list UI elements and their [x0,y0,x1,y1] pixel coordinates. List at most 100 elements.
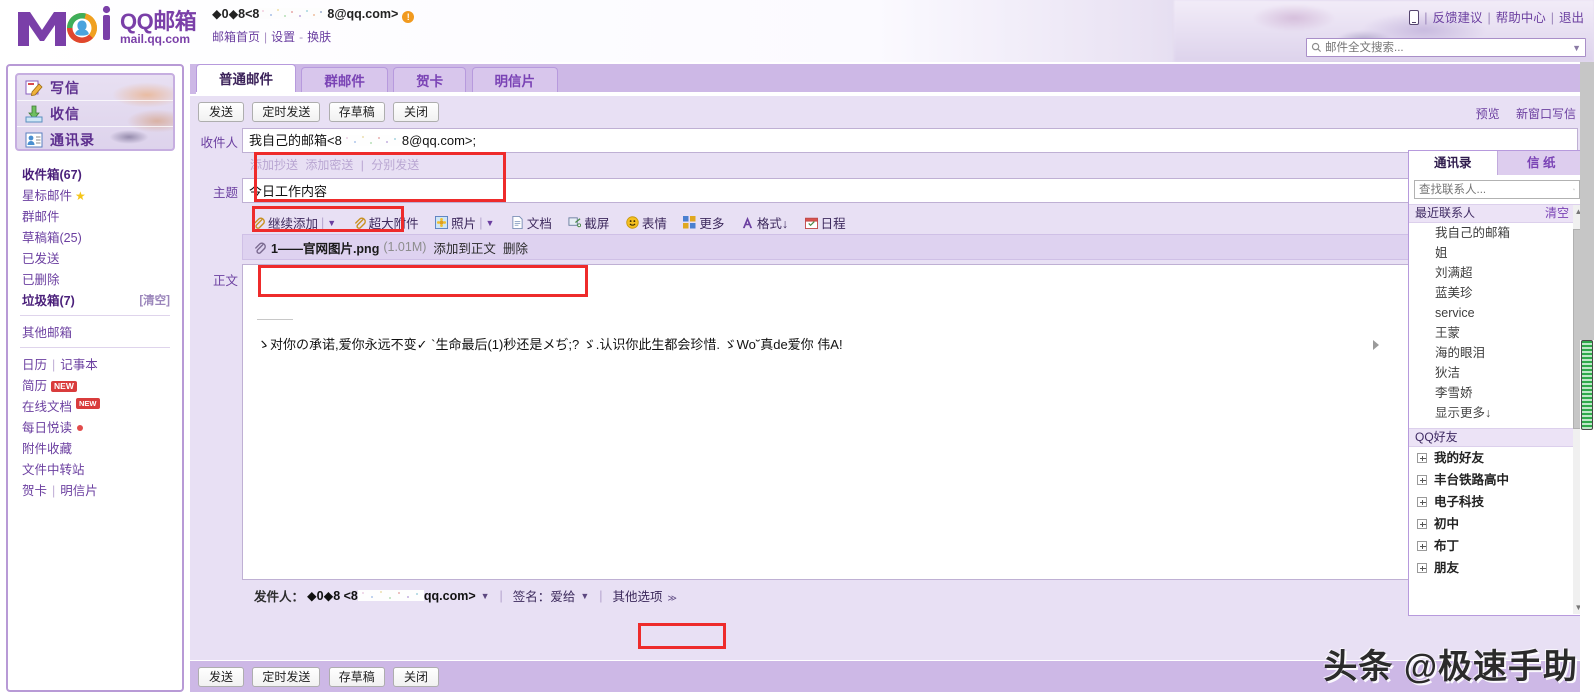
link-skin[interactable]: 换肤 [307,30,331,44]
attachment-item[interactable]: 1——官网图片.png (1.01M) 添加到正文 删除 [242,234,1578,260]
schedule-send-button-top[interactable]: 定时发送 [252,102,321,122]
toolbar-screenshot[interactable]: 截屏 [568,213,609,232]
expand-icon[interactable] [1417,519,1427,529]
toolbar-more[interactable]: 更多 [683,213,724,232]
sidebar-item-calendar-notepad[interactable]: 日历 | 记事本 [8,353,182,374]
link-settings[interactable]: 设置 [271,30,295,44]
save-draft-button-bottom[interactable]: 存草稿 [328,667,385,687]
attachment-delete[interactable]: 删除 [503,238,528,257]
tab-stationery[interactable]: 信 纸 [1497,151,1585,175]
expand-icon[interactable] [1417,563,1427,573]
link-add-cc[interactable]: 添加抄送 [250,158,298,172]
footer-divider-2: | [599,588,603,603]
from-dropdown-icon[interactable]: ▼ [481,591,490,601]
link-new-window-compose[interactable]: 新窗口写信 [1516,107,1576,121]
tab-postcard[interactable]: 明信片 [471,67,559,94]
link-help-center[interactable]: 帮助中心 [1496,11,1546,25]
close-button-top[interactable]: 关闭 [393,102,440,122]
list-item[interactable]: 姐 [1409,243,1585,263]
attachment-insert-to-body[interactable]: 添加到正文 [433,238,496,257]
qq-friends-groups: 我的好友 丰台铁路高中 电子科技 初中 布丁 朋友 [1409,447,1585,579]
signature-dropdown-icon[interactable]: ▼ [580,591,589,601]
list-item[interactable]: 电子科技 [1409,491,1585,513]
link-feedback[interactable]: 反馈建议 [1432,11,1482,25]
sidebar-item-drafts[interactable]: 草稿箱(25) [8,226,182,247]
link-send-separately[interactable]: 分别发送 [371,158,419,172]
global-search-box[interactable]: ▼ [1306,38,1586,57]
list-item[interactable]: 我的好友 [1409,447,1585,469]
tab-address-book[interactable]: 通讯录 [1409,151,1498,175]
panel-collapse-handle[interactable] [1372,338,1380,352]
sidebar-item-online-doc[interactable]: 在线文档 NEW [8,395,182,416]
toolbar-photo[interactable]: 照片 | ▼ [435,213,494,232]
sidebar-item-receive[interactable]: 收信 [17,101,173,127]
sidebar-item-card-postcard[interactable]: 贺卡 | 明信片 [8,479,182,500]
tab-greeting-card[interactable]: 贺卡 [393,67,467,94]
expand-icon[interactable] [1417,453,1427,463]
sidebar-item-deleted[interactable]: 已删除 [8,268,182,289]
qqmail-logo[interactable]: QQ邮箱 mail.qq.com [14,4,204,52]
folder-label-spam: 垃圾箱(7) [22,294,75,308]
window-scrollbar-thumb[interactable] [1581,340,1593,430]
link-preview[interactable]: 预览 [1476,107,1500,121]
list-item[interactable]: 刘满超 [1409,263,1585,283]
contact-search-box[interactable] [1414,180,1580,199]
list-item[interactable]: 朋友 [1409,557,1585,579]
expand-icon[interactable] [1417,497,1427,507]
expand-icon[interactable] [1417,475,1427,485]
sidebar-item-attach-fav[interactable]: 附件收藏 [8,437,182,458]
list-item[interactable]: 初中 [1409,513,1585,535]
toolbar-continue-add[interactable]: 继续添加 | ▼ [252,213,336,232]
link-mail-home[interactable]: 邮箱首页 [212,30,260,44]
sidebar-item-resume[interactable]: 简历 NEW [8,374,182,395]
show-more-contacts[interactable]: 显示更多↓ [1409,403,1585,423]
list-item[interactable]: 我自己的邮箱 [1409,223,1585,243]
send-button-bottom[interactable]: 发送 [198,667,244,687]
tab-normal-mail[interactable]: 普通邮件 [196,64,296,94]
list-item[interactable]: 布丁 [1409,535,1585,557]
toolbar-emoji[interactable]: 表情 [626,213,667,232]
toolbar-document[interactable]: 文档 [511,213,552,232]
search-input[interactable] [1325,40,1573,55]
expand-icon[interactable] [1417,541,1427,551]
tab-group-mail[interactable]: 群邮件 [301,67,388,94]
list-item[interactable]: 狄洁 [1409,363,1585,383]
sidebar-item-daily-read[interactable]: 每日悦读 [8,416,182,437]
toolbar-large-attachment[interactable]: 超大附件 [353,213,419,232]
sidebar-item-starred[interactable]: 星标邮件 ★ [8,184,182,205]
list-item[interactable]: service [1409,303,1585,323]
schedule-send-button-bottom[interactable]: 定时发送 [252,667,321,687]
window-scrollbar[interactable] [1580,62,1594,698]
contact-search-input[interactable] [1419,182,1573,197]
send-button-top[interactable]: 发送 [198,102,244,122]
sidebar-item-contacts[interactable]: 通讯录 [17,127,173,149]
list-item[interactable]: 李雪娇 [1409,383,1585,403]
sidebar-item-compose[interactable]: 写信 [17,75,173,101]
list-item[interactable]: 蓝美珍 [1409,283,1585,303]
toolbar-format[interactable]: 格式↓ [741,213,788,232]
mobile-phone-icon[interactable] [1409,10,1420,25]
search-caret-icon[interactable]: ▼ [1572,43,1581,53]
sidebar-item-other-mailbox[interactable]: 其他邮箱 [8,321,182,342]
link-add-bcc[interactable]: 添加密送 [305,158,353,172]
link-logout[interactable]: 退出 [1559,11,1584,25]
folder-clear-spam[interactable]: [清空] [139,292,170,308]
recipient-input[interactable]: 我自己的邮箱<8 8@qq.com>; [242,128,1578,153]
list-item[interactable]: 王蒙 [1409,323,1585,343]
account-address: ◆0◆8<8 8@qq.com>! [212,6,415,23]
sidebar-item-inbox[interactable]: 收件箱(67) [8,163,182,184]
sidebar-item-groupmail[interactable]: 群邮件 [8,205,182,226]
body-editor[interactable]: ゝ对你の承诺,爱你永远不变✓ `生命最后(1)秒还是メぢ;? ゞ.认识你此生都会… [242,264,1578,580]
toolbar-schedule[interactable]: 日程 [804,213,846,232]
clear-recent-button[interactable]: 清空 [1545,204,1569,223]
list-item[interactable]: 丰台铁路高中 [1409,469,1585,491]
subject-input[interactable] [242,178,1578,203]
list-item[interactable]: 海的眼泪 [1409,343,1585,363]
sidebar-item-sent[interactable]: 已发送 [8,247,182,268]
sidebar-item-spam[interactable]: 垃圾箱(7) [清空] [8,289,182,310]
sidebar-item-file-relay[interactable]: 文件中转站 [8,458,182,479]
close-button-bottom[interactable]: 关闭 [393,667,440,687]
save-draft-button-top[interactable]: 存草稿 [328,102,385,122]
warning-icon[interactable]: ! [402,11,415,23]
more-options-button[interactable]: 其他选项 ≫ [613,586,677,605]
